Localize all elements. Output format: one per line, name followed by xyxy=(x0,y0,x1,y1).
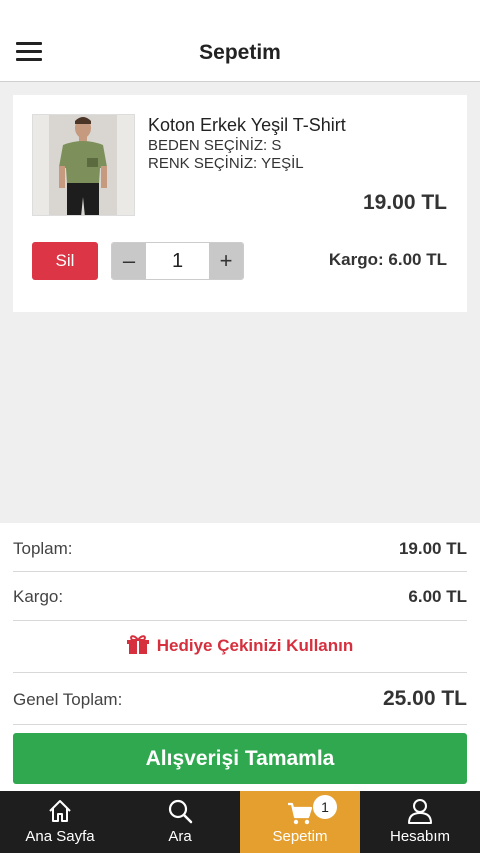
tab-home[interactable]: Ana Sayfa xyxy=(0,791,120,853)
cart-count-badge: 1 xyxy=(313,795,337,819)
quantity-decrease-button[interactable]: – xyxy=(112,243,146,279)
grand-total-value: 25.00 TL xyxy=(382,687,467,710)
tab-search[interactable]: Ara xyxy=(120,791,240,853)
grand-total-label: Genel Toplam: xyxy=(13,690,123,709)
tab-home-label: Ana Sayfa xyxy=(25,828,95,845)
quantity-stepper: – 1 + xyxy=(111,242,244,280)
quantity-input[interactable]: 1 xyxy=(146,243,209,279)
subtotal-value: 19.00 TL xyxy=(398,539,467,558)
tab-account-label: Hesabım xyxy=(389,828,451,845)
gift-voucher-link[interactable]: Hediye Çekinizi Kullanın xyxy=(13,635,467,656)
tab-account[interactable]: Hesabım xyxy=(360,791,480,853)
cart-icon xyxy=(288,802,313,825)
tshirt-product-image[interactable] xyxy=(32,114,135,216)
cart-item-card: Koton Erkek Yeşil T-Shirt BEDEN SEÇİNİZ:… xyxy=(13,95,467,312)
checkout-button[interactable]: Alışverişi Tamamla xyxy=(13,733,467,784)
bottom-tab-bar: Ana Sayfa Ara 1 Sepetim Hesabım xyxy=(0,791,480,853)
shipping-label: Kargo: xyxy=(13,587,64,606)
shipping-value: 6.00 TL xyxy=(408,587,467,606)
quantity-increase-button[interactable]: + xyxy=(209,243,243,279)
gift-voucher-label: Hediye Çekinizi Kullanın xyxy=(156,636,354,655)
tab-cart-label: Sepetim xyxy=(272,828,328,845)
page-title: Sepetim xyxy=(199,41,281,64)
product-price: 19.00 TL xyxy=(362,191,447,214)
app-header: Sepetim xyxy=(0,0,480,82)
search-icon xyxy=(168,799,193,824)
product-color: RENK SEÇİNİZ: YEŞİL xyxy=(148,155,304,172)
shipping-row: Kargo: 6.00 TL xyxy=(13,572,467,621)
item-shipping-cost: Kargo: 6.00 TL xyxy=(328,250,447,269)
delete-button[interactable]: Sil xyxy=(32,242,98,280)
tab-search-label: Ara xyxy=(168,828,192,845)
subtotal-label: Toplam: xyxy=(13,539,73,558)
home-icon xyxy=(49,800,71,822)
tab-cart[interactable]: 1 Sepetim xyxy=(240,791,360,853)
product-size: BEDEN SEÇİNİZ: S xyxy=(148,137,282,154)
subtotal-row: Toplam: 19.00 TL xyxy=(13,523,467,572)
gift-icon xyxy=(126,635,149,654)
product-name[interactable]: Koton Erkek Yeşil T-Shirt xyxy=(148,115,346,136)
gift-row: Hediye Çekinizi Kullanın xyxy=(13,621,467,673)
user-icon xyxy=(408,799,432,824)
grand-total-row: Genel Toplam: 25.00 TL xyxy=(13,673,467,725)
